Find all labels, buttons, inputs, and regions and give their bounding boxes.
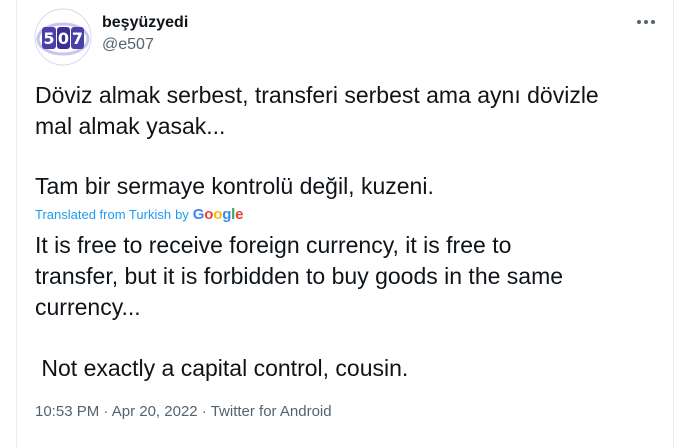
- translation-by-label: by: [175, 206, 189, 222]
- translated-from-link[interactable]: Translated from Turkish: [35, 207, 171, 222]
- tweet-original-line-1: Döviz almak serbest, transferi serbest a…: [35, 82, 599, 108]
- tweet-original-line-2: mal almak yasak...: [35, 113, 226, 139]
- tweet-metadata: 10:53 PM · Apr 20, 2022 · Twitter for An…: [35, 402, 332, 422]
- svg-text:0: 0: [58, 29, 69, 48]
- more-options-button[interactable]: [630, 8, 662, 36]
- translation-attribution: Translated from Turkish by Google: [35, 205, 244, 223]
- meta-separator: ·: [99, 403, 112, 420]
- avatar[interactable]: 5 0 7: [34, 8, 92, 66]
- tweet-time-link[interactable]: 10:53 PM: [35, 403, 99, 420]
- tweet-original-line-3: Tam bir sermaye kontrolü değil, kuzeni.: [35, 173, 434, 199]
- author-handle[interactable]: @e507: [102, 35, 154, 55]
- svg-text:7: 7: [72, 29, 83, 48]
- tweet-date-link[interactable]: Apr 20, 2022: [112, 403, 198, 420]
- tweet-translated-line-2: transfer, but it is forbidden to buy goo…: [35, 263, 564, 289]
- author-display-name[interactable]: beşyüzyedi: [102, 13, 188, 33]
- svg-text:5: 5: [43, 29, 54, 48]
- meta-separator-2: ·: [197, 403, 211, 420]
- profile-avatar-icon: 5 0 7: [34, 8, 92, 66]
- more-options-icon: [637, 20, 655, 24]
- tweet-source-link[interactable]: Twitter for Android: [211, 403, 332, 420]
- tweet-translated-line-4: Not exactly a capital control, cousin.: [35, 355, 409, 381]
- tweet-translated-line-1: It is free to receive foreign currency, …: [35, 232, 512, 258]
- tweet-translated-line-3: currency...: [35, 294, 141, 320]
- google-logo: Google: [192, 205, 244, 223]
